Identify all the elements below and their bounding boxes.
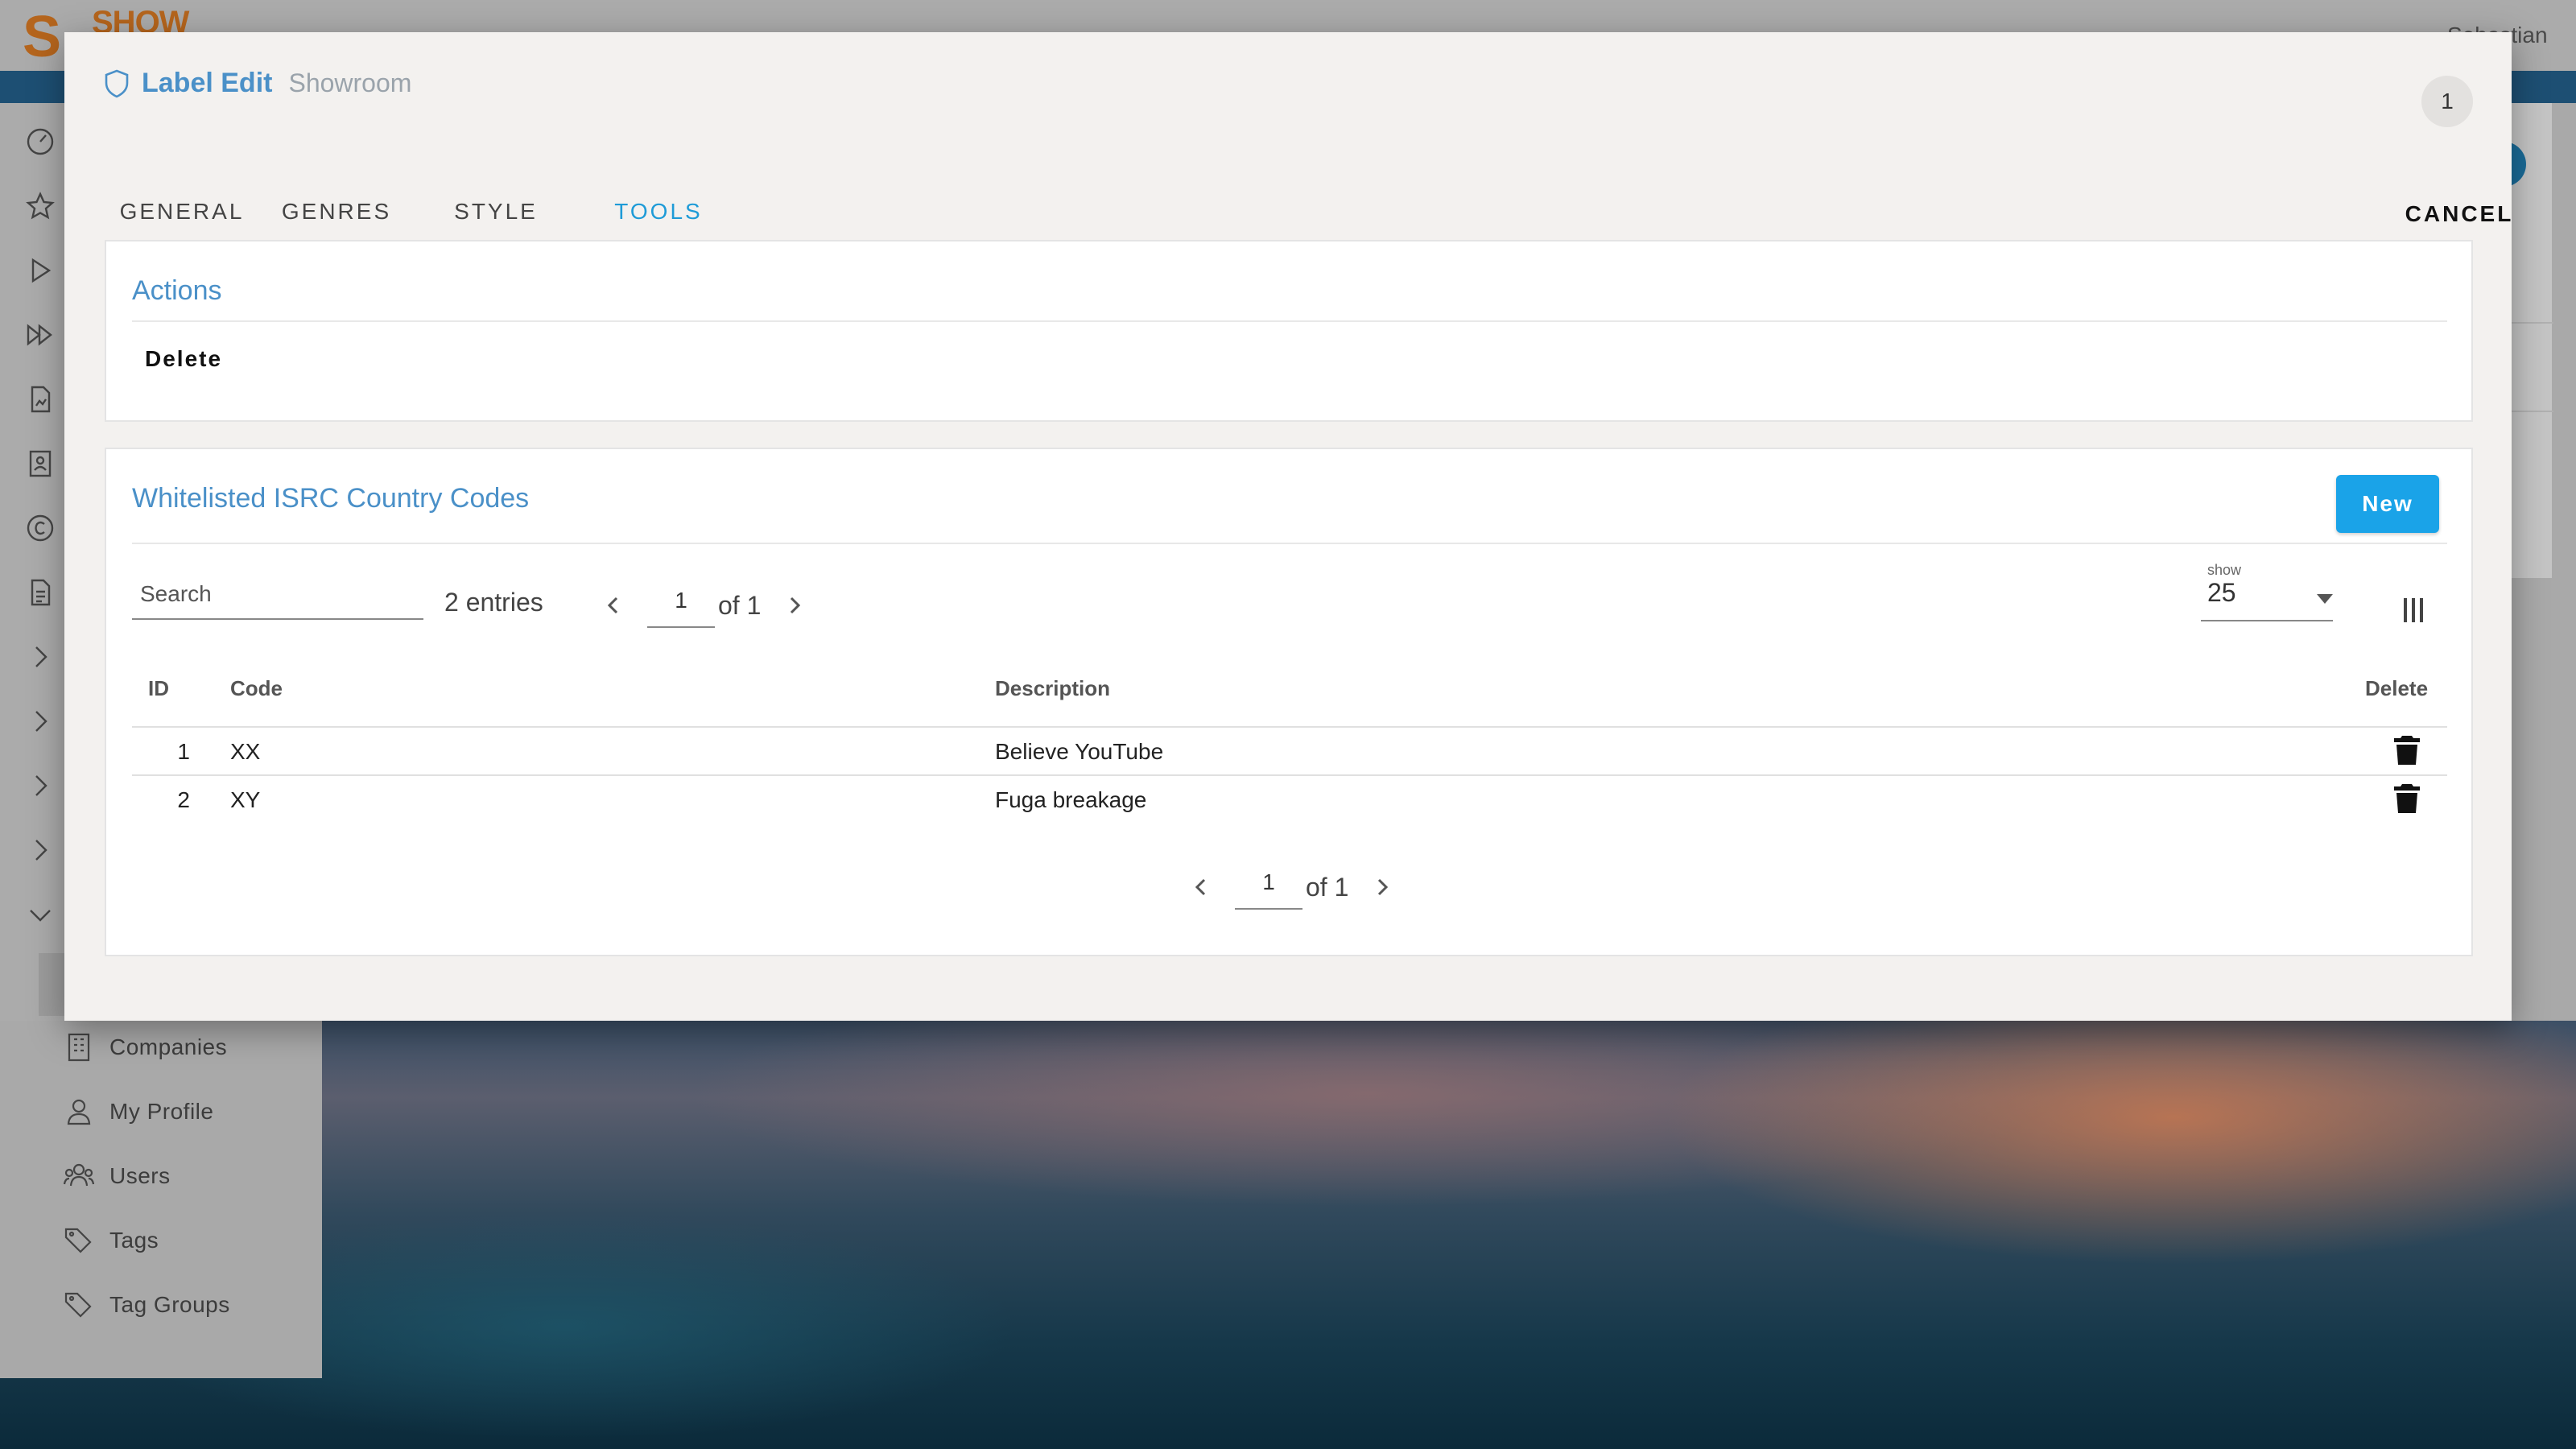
dashboard-icon[interactable] bbox=[19, 121, 61, 163]
page-of-text: of 1 bbox=[1306, 872, 1349, 902]
trash-icon bbox=[2394, 784, 2420, 813]
dropdown-arrow-icon bbox=[2317, 594, 2333, 604]
whitelist-title: Whitelisted ISRC Country Codes bbox=[132, 483, 530, 514]
chevron-right-icon bbox=[1378, 878, 1389, 896]
chevron-right-icon[interactable] bbox=[19, 700, 61, 742]
fast-forward-icon[interactable] bbox=[19, 314, 61, 356]
entries-count: 2 entries bbox=[444, 588, 543, 617]
column-header-id[interactable]: ID bbox=[148, 676, 169, 701]
chevron-down-icon[interactable] bbox=[19, 894, 61, 935]
bottom-pagination: 1 of 1 bbox=[1183, 861, 1400, 913]
delete-row-button[interactable] bbox=[2392, 734, 2421, 766]
column-header-code[interactable]: Code bbox=[230, 676, 283, 701]
search-field bbox=[132, 572, 423, 620]
chevron-right-icon[interactable] bbox=[19, 829, 61, 871]
row-description: Believe YouTube bbox=[995, 739, 1164, 764]
sidebar-item-label: My Profile bbox=[109, 1099, 214, 1124]
sidebar-item-companies[interactable]: Companies bbox=[63, 1027, 227, 1067]
page-number-input[interactable]: 1 bbox=[1235, 865, 1302, 910]
logo-letter: S bbox=[23, 5, 62, 69]
sidebar-item-label: Users bbox=[109, 1163, 171, 1188]
trash-icon bbox=[2394, 736, 2420, 765]
chevron-left-icon bbox=[607, 597, 618, 614]
columns-icon[interactable] bbox=[2397, 594, 2429, 626]
row-code: XY bbox=[230, 787, 261, 812]
sidebar-item-label: Companies bbox=[109, 1034, 228, 1059]
tags-icon bbox=[64, 1292, 92, 1318]
document-chart-icon[interactable] bbox=[19, 378, 61, 420]
page-number-input[interactable]: 1 bbox=[647, 583, 715, 628]
dialog-title-main: Label Edit bbox=[142, 68, 273, 98]
copyright-icon[interactable] bbox=[19, 507, 61, 549]
sidebar-item-tag-groups[interactable]: Tag Groups bbox=[63, 1285, 230, 1325]
column-header-description[interactable]: Description bbox=[995, 676, 1110, 701]
whitelist-card: Whitelisted ISRC Country Codes New 2 ent… bbox=[105, 448, 2473, 956]
sidebar-rail bbox=[0, 103, 64, 1021]
chevron-left-icon bbox=[1195, 878, 1206, 896]
search-input[interactable] bbox=[132, 572, 423, 617]
sidebar-item-tags[interactable]: Tags bbox=[63, 1220, 159, 1261]
card-divider bbox=[132, 543, 2447, 544]
chevron-right-icon bbox=[791, 597, 801, 614]
building-icon bbox=[68, 1033, 90, 1062]
row-id: 2 bbox=[177, 787, 190, 812]
chevron-right-icon[interactable] bbox=[19, 636, 61, 678]
contact-card-icon[interactable] bbox=[19, 443, 61, 485]
prev-page-button[interactable] bbox=[596, 588, 631, 623]
dialog-title: Label Edit Showroom bbox=[103, 68, 411, 99]
actions-title: Actions bbox=[132, 275, 222, 306]
users-icon bbox=[63, 1163, 95, 1187]
dialog-title-sub: Showroom bbox=[288, 68, 412, 97]
background-card-divider bbox=[2512, 411, 2553, 412]
cancel-button[interactable]: CANCEL bbox=[2399, 190, 2520, 238]
top-pagination: 1 of 1 bbox=[596, 580, 812, 631]
card-divider bbox=[132, 320, 2447, 322]
new-button[interactable]: New bbox=[2336, 475, 2439, 533]
page-of-text: of 1 bbox=[718, 590, 762, 620]
play-icon[interactable] bbox=[19, 250, 61, 291]
label-edit-dialog: Label Edit Showroom 1 GENERAL GENRES STY… bbox=[64, 32, 2512, 1021]
next-page-button[interactable] bbox=[1364, 869, 1400, 905]
delete-action-button[interactable]: Delete bbox=[145, 346, 222, 372]
actions-card: Actions Delete bbox=[105, 240, 2473, 422]
chevron-right-icon[interactable] bbox=[19, 765, 61, 807]
delete-row-button[interactable] bbox=[2392, 782, 2421, 815]
page-size-label: show bbox=[2207, 562, 2242, 578]
row-id: 1 bbox=[177, 739, 190, 764]
background-photo bbox=[0, 1021, 2576, 1449]
background-card-divider bbox=[2512, 322, 2553, 324]
page-size-select[interactable]: show 25 bbox=[2201, 562, 2333, 621]
table-row[interactable]: 2 XY Fuga breakage bbox=[132, 776, 2447, 824]
count-badge: 1 bbox=[2421, 76, 2473, 127]
sidebar-item-users[interactable]: Users bbox=[63, 1156, 171, 1196]
table-row[interactable]: 1 XX Believe YouTube bbox=[132, 728, 2447, 776]
row-description: Fuga breakage bbox=[995, 787, 1147, 812]
star-icon[interactable] bbox=[19, 185, 61, 227]
shield-icon bbox=[105, 69, 129, 97]
next-page-button[interactable] bbox=[777, 588, 812, 623]
column-header-delete: Delete bbox=[2365, 676, 2429, 700]
person-icon bbox=[67, 1099, 91, 1125]
row-code: XX bbox=[230, 739, 261, 764]
document-icon[interactable] bbox=[19, 572, 61, 613]
prev-page-button[interactable] bbox=[1183, 869, 1219, 905]
tag-icon bbox=[64, 1228, 92, 1253]
page-size-value: 25 bbox=[2207, 578, 2236, 607]
sidebar-item-my-profile[interactable]: My Profile bbox=[63, 1092, 213, 1132]
sidebar-item-label: Tag Groups bbox=[109, 1292, 230, 1317]
sidebar-item-label: Tags bbox=[109, 1228, 159, 1253]
